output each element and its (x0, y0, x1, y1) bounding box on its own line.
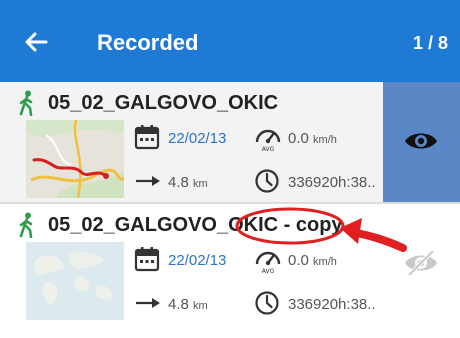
clock-icon (255, 291, 279, 315)
avg-speed-unit: km/h (313, 134, 337, 146)
track-date: 22/02/13 (168, 130, 227, 147)
duration-value: 336920h:38.. (288, 174, 376, 191)
track-name: 05_02_GALGOVO_OKIC (48, 92, 278, 115)
item-counter: 1 / 8 (412, 33, 448, 53)
distance-value: 4.8 (168, 296, 189, 313)
track-row[interactable]: 05_02_GALGOVO_OKIC - copy 22/02/13 AVG 0… (0, 204, 460, 324)
calendar-icon (134, 247, 160, 272)
track-row[interactable]: 05_02_GALGOVO_OKIC 22/02/13 AVG 0.0 km/h… (0, 82, 460, 202)
walker-icon (19, 212, 33, 238)
date-stat: 22/02/13 (134, 246, 244, 274)
duration-stat: 336920h:38.. (254, 290, 379, 318)
eye-off-icon (405, 249, 437, 277)
visibility-toggle-button[interactable] (383, 82, 460, 202)
track-name-text: 05_02_GALGOVO_OKIC (48, 214, 279, 236)
clock-icon (255, 169, 279, 193)
speedometer-icon: AVG (255, 251, 281, 274)
duration-stat: 336920h:38.. (254, 168, 379, 196)
avg-speed-value: 0.0 (288, 130, 309, 147)
distance-unit: km (193, 300, 208, 312)
track-name-text: 05_02_GALGOVO_OKIC (48, 92, 279, 114)
avg-speed-stat: AVG 0.0 km/h (254, 124, 374, 152)
walker-icon (19, 90, 33, 116)
calendar-icon (134, 125, 160, 150)
app-bar: Recorded 1 / 8 (0, 0, 460, 82)
track-name: 05_02_GALGOVO_OKIC - copy (48, 214, 343, 237)
track-map-thumbnail (26, 242, 124, 320)
page-title: Recorded (97, 30, 199, 55)
distance-stat: 4.8 km (134, 290, 244, 318)
visibility-toggle-button[interactable] (383, 204, 460, 324)
avg-speed-stat: AVG 0.0 km/h (254, 246, 374, 274)
svg-text:AVG: AVG (262, 268, 275, 274)
track-map-thumbnail (26, 120, 124, 198)
distance-unit: km (193, 178, 208, 190)
track-name-copy-suffix: - copy (278, 214, 343, 236)
track-date: 22/02/13 (168, 252, 227, 269)
distance-value: 4.8 (168, 174, 189, 191)
duration-value: 336920h:38.. (288, 296, 376, 313)
svg-text:AVG: AVG (262, 146, 275, 152)
avg-speed-unit: km/h (313, 256, 337, 268)
distance-stat: 4.8 km (134, 168, 244, 196)
eye-icon (405, 133, 437, 149)
distance-arrow-icon (136, 298, 160, 308)
speedometer-icon: AVG (255, 129, 281, 152)
avg-speed-value: 0.0 (288, 252, 309, 269)
arrow-left-icon[interactable] (22, 28, 50, 56)
distance-arrow-icon (136, 176, 160, 186)
date-stat: 22/02/13 (134, 124, 244, 152)
